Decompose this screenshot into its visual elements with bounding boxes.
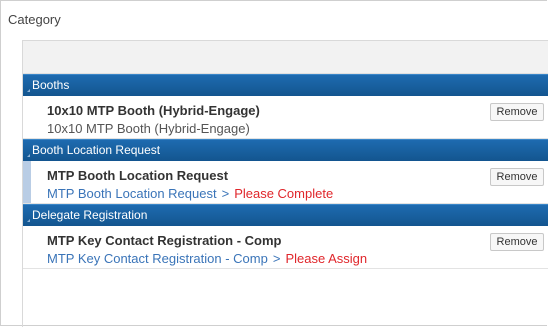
- remove-button[interactable]: Remove: [490, 168, 544, 186]
- collapse-triangle-icon[interactable]: [23, 205, 31, 226]
- row-gutter: [23, 96, 31, 138]
- remove-button[interactable]: Remove: [490, 233, 544, 251]
- group-title: Delegate Registration: [32, 208, 148, 222]
- list-item: 10x10 MTP Booth (Hybrid-Engage) 10x10 MT…: [23, 96, 548, 139]
- group-header-booths[interactable]: Booths: [23, 74, 548, 96]
- item-form-link[interactable]: MTP Key Contact Registration - Comp: [47, 251, 268, 266]
- list-item: MTP Key Contact Registration - Comp MTP …: [23, 226, 548, 269]
- group-header-booth-location-request[interactable]: Booth Location Request: [23, 139, 548, 161]
- list-item: MTP Booth Location Request MTP Booth Loc…: [23, 161, 548, 204]
- group-title: Booth Location Request: [32, 143, 161, 157]
- collapse-triangle-icon[interactable]: [23, 75, 31, 96]
- separator: >: [272, 251, 281, 266]
- separator: >: [221, 186, 230, 201]
- item-name: MTP Key Contact Registration - Comp: [47, 233, 282, 248]
- status-warning[interactable]: Please Complete: [234, 186, 333, 201]
- category-label: Category: [8, 12, 61, 27]
- group-title: Booths: [32, 78, 70, 92]
- item-name: 10x10 MTP Booth (Hybrid-Engage): [47, 103, 260, 118]
- row-gutter: [23, 226, 31, 268]
- item-status-line: MTP Key Contact Registration - Comp > Plea…: [47, 251, 367, 266]
- grid-header: [23, 41, 548, 74]
- group-header-delegate-registration[interactable]: Delegate Registration: [23, 204, 548, 226]
- remove-button[interactable]: Remove: [490, 103, 544, 121]
- row-selection-gutter: [23, 161, 31, 203]
- item-name: MTP Booth Location Request: [47, 168, 229, 183]
- collapse-triangle-icon[interactable]: [23, 140, 31, 161]
- item-status-line: MTP Booth Location Request > Please Comple…: [47, 186, 333, 201]
- status-warning[interactable]: Please Assign: [285, 251, 367, 266]
- cart-panel: Booths 10x10 MTP Booth (Hybrid-Engage) 1…: [22, 40, 548, 327]
- item-description: 10x10 MTP Booth (Hybrid-Engage): [47, 121, 250, 136]
- item-form-link[interactable]: MTP Booth Location Request: [47, 186, 217, 201]
